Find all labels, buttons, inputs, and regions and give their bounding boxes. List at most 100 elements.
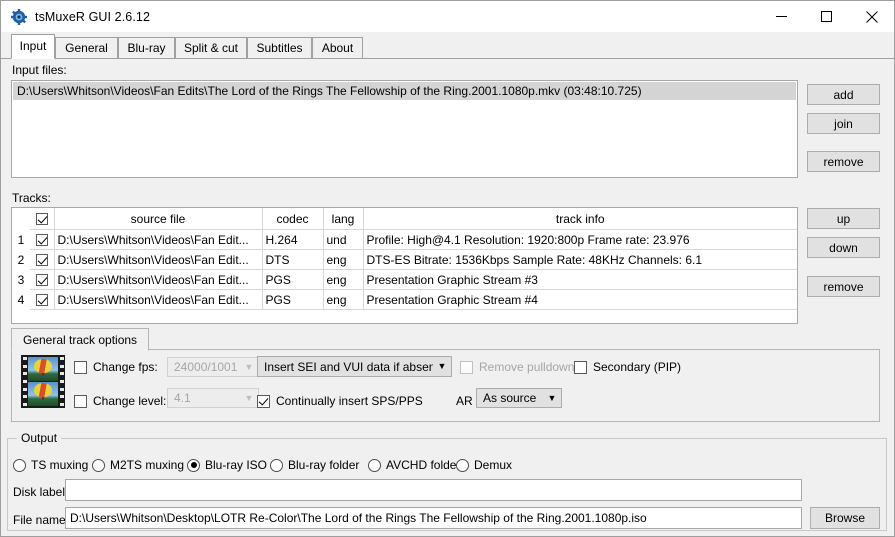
table-row[interactable]: 4 D:\Users\Whitson\Videos\Fan Edit... PG… (12, 289, 797, 310)
remove-pulldown-checkbox (460, 360, 473, 374)
chevron-down-icon: ▼ (244, 392, 254, 403)
tab-subtitles[interactable]: Subtitles (247, 37, 312, 59)
app-gear-icon (11, 8, 27, 25)
output-mode-ts-muxing[interactable]: TS muxing (13, 458, 88, 472)
track-codec: DTS (262, 249, 324, 270)
file-name-input[interactable] (65, 507, 802, 529)
row-checkbox-cell[interactable] (30, 249, 55, 270)
demux-radio[interactable] (456, 458, 469, 472)
browse-button[interactable]: Browse (810, 507, 880, 529)
row-checkbox-cell[interactable] (30, 229, 55, 250)
change-level-option[interactable]: Change level: (74, 394, 166, 408)
track-codec: H.264 (262, 229, 324, 250)
general-track-options-panel: General track options Change fps: 24000/… (11, 328, 880, 422)
change-fps-option[interactable]: Change fps: (74, 360, 158, 374)
tracks-label: Tracks: (12, 191, 51, 205)
aspect-ratio-combo[interactable]: As source ▼ (476, 388, 562, 408)
m2ts-muxing-radio[interactable] (92, 458, 105, 472)
row-number: 2 (12, 249, 30, 270)
input-file-row[interactable]: D:\Users\Whitson\Videos\Fan Edits\The Lo… (13, 82, 796, 100)
title-bar: tsMuxeR GUI 2.6.12 (1, 1, 894, 32)
table-row[interactable]: 3 D:\Users\Whitson\Videos\Fan Edit... PG… (12, 269, 797, 290)
disk-label-input[interactable] (65, 479, 802, 501)
continually-insert-option[interactable]: Continually insert SPS/PPS (257, 394, 423, 408)
ts-muxing-radio[interactable] (13, 458, 26, 472)
m2ts-muxing-label: M2TS muxing (110, 458, 185, 472)
fps-combo[interactable]: 24000/1001 ▼ (167, 357, 259, 377)
chevron-down-icon: ▼ (547, 392, 557, 403)
source-file-header[interactable]: source file (54, 208, 263, 230)
row-number: 1 (12, 229, 30, 250)
codec-header[interactable]: codec (262, 208, 324, 230)
tab-input[interactable]: Input (11, 34, 55, 59)
demux-label: Demux (474, 458, 513, 472)
change-level-checkbox[interactable] (74, 394, 87, 408)
tab-about[interactable]: About (312, 37, 363, 59)
track-source-file: D:\Users\Whitson\Videos\Fan Edit... (54, 249, 263, 270)
secondary-pip-checkbox[interactable] (574, 360, 587, 374)
maximize-button[interactable] (804, 1, 849, 32)
input-files-label: Input files: (12, 63, 67, 77)
tab-blu-ray[interactable]: Blu-ray (118, 37, 175, 59)
fps-combo-value: 24000/1001 (174, 360, 238, 374)
track-enabled-checkbox[interactable] (35, 254, 48, 267)
avchd-folder-label: AVCHD folder (386, 458, 461, 472)
add-button[interactable]: add (807, 84, 880, 105)
track-enabled-checkbox[interactable] (35, 294, 48, 307)
track-source-file: D:\Users\Whitson\Videos\Fan Edit... (54, 289, 263, 310)
select-all-checkbox[interactable] (35, 213, 48, 226)
input-files-list[interactable]: D:\Users\Whitson\Videos\Fan Edits\The Lo… (11, 80, 798, 178)
move-up-button[interactable]: up (807, 208, 880, 229)
track-enabled-checkbox[interactable] (35, 274, 48, 287)
track-lang: eng (323, 289, 364, 310)
close-button[interactable] (849, 1, 894, 32)
film-strip-icon (21, 355, 65, 408)
tab-split-cut[interactable]: Split & cut (175, 37, 247, 59)
output-mode-demux[interactable]: Demux (456, 458, 512, 472)
main-tab-strip: Input General Blu-ray Split & cut Subtit… (1, 32, 894, 59)
sei-vui-combo[interactable]: Insert SEI and VUI data if absent ▼ (257, 356, 452, 377)
secondary-pip-option[interactable]: Secondary (PIP) (574, 360, 681, 374)
tracks-table: source file codec lang track info 1 D:\U… (12, 208, 797, 310)
change-fps-checkbox[interactable] (74, 360, 87, 374)
select-all-header[interactable] (30, 208, 55, 230)
join-button[interactable]: join (807, 113, 880, 134)
blu-ray-iso-label: Blu-ray ISO (205, 458, 268, 472)
remove-pulldown-label: Remove pulldown (479, 360, 575, 374)
output-mode-avchd-folder[interactable]: AVCHD folder (368, 458, 460, 472)
track-info: Presentation Graphic Stream #4 (363, 289, 797, 310)
continually-insert-checkbox[interactable] (257, 394, 270, 408)
output-mode-m2ts-muxing[interactable]: M2TS muxing (92, 458, 184, 472)
track-source-file: D:\Users\Whitson\Videos\Fan Edit... (54, 229, 263, 250)
general-track-options-tab[interactable]: General track options (11, 328, 150, 351)
move-down-button[interactable]: down (807, 237, 880, 258)
table-row[interactable]: 2 D:\Users\Whitson\Videos\Fan Edit... DT… (12, 249, 797, 270)
row-checkbox-cell[interactable] (30, 289, 55, 310)
ar-label: AR (456, 394, 473, 408)
remove-input-button[interactable]: remove (807, 151, 880, 172)
level-combo[interactable]: 4.1 ▼ (167, 388, 259, 408)
blu-ray-folder-radio[interactable] (270, 458, 283, 472)
blu-ray-folder-label: Blu-ray folder (288, 458, 360, 472)
output-mode-blu-ray-folder[interactable]: Blu-ray folder (270, 458, 359, 472)
tracks-header-row: source file codec lang track info (12, 208, 797, 230)
window-title: tsMuxeR GUI 2.6.12 (35, 9, 151, 24)
track-lang: eng (323, 249, 364, 270)
blu-ray-iso-radio[interactable] (187, 458, 200, 472)
level-combo-value: 4.1 (174, 391, 191, 405)
table-row[interactable]: 1 D:\Users\Whitson\Videos\Fan Edit... H.… (12, 229, 797, 250)
track-lang: und (323, 229, 364, 250)
track-info-header[interactable]: track info (363, 208, 797, 230)
remove-track-button[interactable]: remove (807, 276, 880, 297)
tab-general[interactable]: General (55, 37, 118, 59)
track-enabled-checkbox[interactable] (35, 234, 48, 247)
avchd-folder-radio[interactable] (368, 458, 381, 472)
tracks-table-container[interactable]: source file codec lang track info 1 D:\U… (11, 207, 798, 324)
row-checkbox-cell[interactable] (30, 269, 55, 290)
minimize-button[interactable] (759, 1, 804, 32)
secondary-pip-label: Secondary (PIP) (593, 360, 682, 374)
lang-header[interactable]: lang (323, 208, 364, 230)
output-mode-blu-ray-iso[interactable]: Blu-ray ISO (187, 458, 267, 472)
track-info: Presentation Graphic Stream #3 (363, 269, 797, 290)
application-window: tsMuxeR GUI 2.6.12 Input General Blu-ray… (0, 0, 895, 537)
